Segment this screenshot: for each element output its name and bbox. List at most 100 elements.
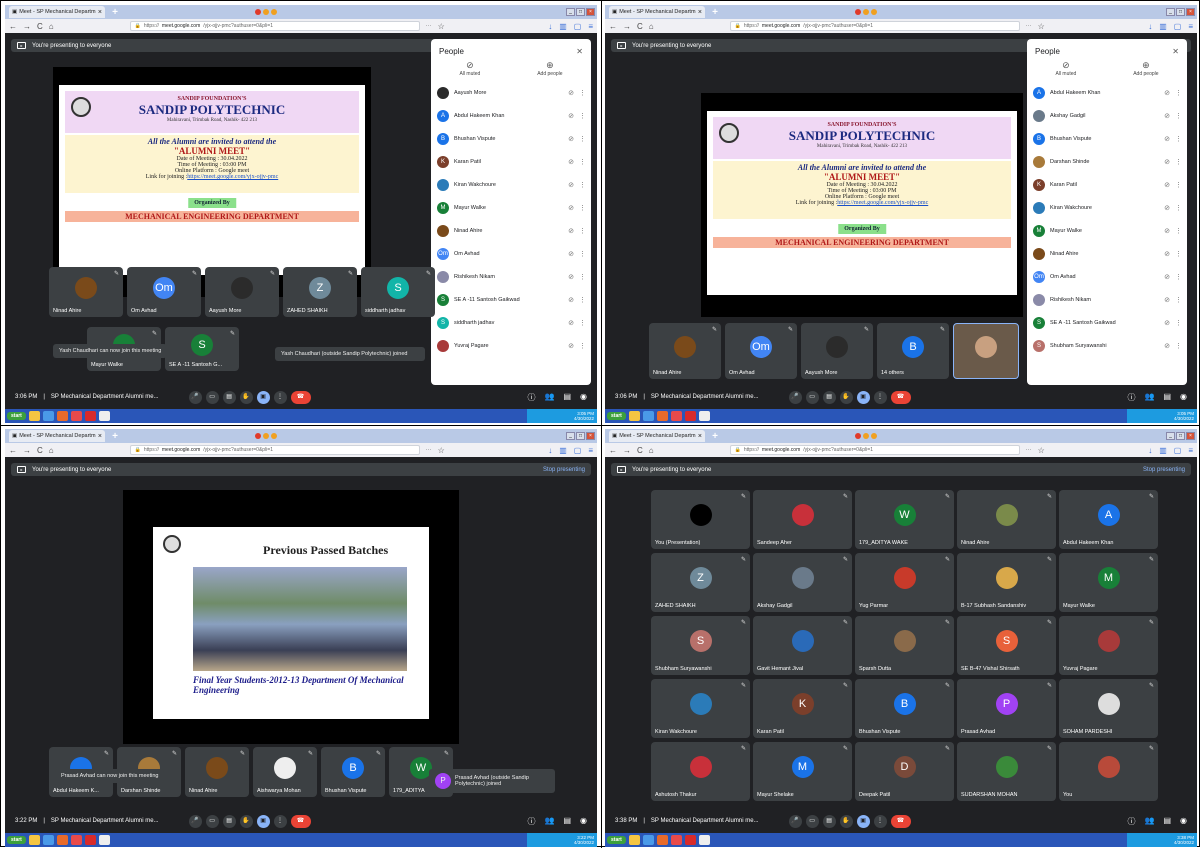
reload-icon[interactable]: C <box>637 22 643 31</box>
forward-icon[interactable]: → <box>23 22 31 31</box>
participant-tile[interactable]: ✎ Yuvraj Pagare <box>1059 616 1158 675</box>
home-icon[interactable]: ⌂ <box>649 446 654 455</box>
people-icon[interactable]: 👥 <box>544 392 554 403</box>
chrome-icon[interactable] <box>670 835 682 845</box>
url-bar[interactable]: 🔒 https://meet.google.com/yjx-ojjv-pmc?au… <box>129 445 420 455</box>
more-vert-icon[interactable]: ⋮ <box>1175 319 1182 327</box>
join-link[interactable]: https://meet.google.com/yjx-ojjv-pmc <box>837 200 928 206</box>
start-button[interactable]: start <box>607 412 626 420</box>
muted-mic-icon[interactable]: ⊘ <box>568 112 574 120</box>
participant-tile[interactable]: ✎ Aayush More <box>801 323 873 379</box>
menu-icon[interactable]: ≡ <box>1188 22 1193 31</box>
participant-row[interactable]: Kiran Wakchoure ⊘ ⋮ <box>431 173 591 196</box>
more-vert-icon[interactable]: ⋮ <box>1175 342 1182 350</box>
captions-icon[interactable]: ▤ <box>822 390 836 404</box>
more-vert-icon[interactable]: ⋮ <box>1175 135 1182 143</box>
participant-tile[interactable]: ✎ K Karan Patil <box>753 679 852 738</box>
more-vert-icon[interactable]: ⋮ <box>1175 112 1182 120</box>
participant-tile[interactable]: ✎ S SE B-47 Vishal Shirsath <box>957 616 1056 675</box>
library-icon[interactable]: ▥ <box>559 446 567 455</box>
mute-all-button[interactable]: ⊘ All muted <box>1055 60 1076 77</box>
participant-row[interactable]: K Karan Patil ⊘ ⋮ <box>1027 173 1187 196</box>
more-vert-icon[interactable]: ⋮ <box>579 135 586 143</box>
participant-tile[interactable]: ✎ P Prasad Avhad <box>957 679 1056 738</box>
self-video-tile[interactable] <box>953 323 1019 379</box>
start-button[interactable]: start <box>7 836 26 844</box>
files-icon[interactable] <box>698 411 710 421</box>
chrome-icon[interactable] <box>670 411 682 421</box>
sidebar-icon[interactable]: ▢ <box>574 446 582 455</box>
participant-row[interactable]: Rishikesh Nikam ⊘ ⋮ <box>431 265 591 288</box>
captions-icon[interactable]: ▤ <box>222 814 236 828</box>
raise-hand-icon[interactable]: ✋ <box>239 390 253 404</box>
raise-hand-icon[interactable]: ✋ <box>839 390 853 404</box>
minimize-icon[interactable]: _ <box>566 8 575 16</box>
explorer-icon[interactable] <box>28 835 40 845</box>
chrome-icon[interactable] <box>70 835 82 845</box>
leave-call-icon[interactable]: ☎ <box>290 814 311 828</box>
pdf-icon[interactable] <box>684 411 696 421</box>
minimize-icon[interactable]: _ <box>566 432 575 440</box>
firefox-icon[interactable] <box>56 835 68 845</box>
chat-icon[interactable]: ▤ <box>1163 816 1171 827</box>
pdf-icon[interactable] <box>84 835 96 845</box>
people-icon[interactable]: 👥 <box>1144 392 1154 403</box>
minimize-icon[interactable]: _ <box>1166 432 1175 440</box>
participant-tile[interactable]: ✎ You <box>1059 742 1158 801</box>
muted-mic-icon[interactable]: ⊘ <box>568 296 574 304</box>
close-window-icon[interactable]: × <box>586 8 595 16</box>
more-options-icon[interactable]: ⋮ <box>873 814 887 828</box>
more-vert-icon[interactable]: ⋮ <box>579 296 586 304</box>
home-icon[interactable]: ⌂ <box>649 22 654 31</box>
participant-tile[interactable]: ✎ Akshay Gadgil <box>753 553 852 612</box>
more-vert-icon[interactable]: ⋮ <box>579 273 586 281</box>
more-vert-icon[interactable]: ⋮ <box>1175 227 1182 235</box>
activities-icon[interactable]: ◉ <box>1180 816 1187 827</box>
browser-tab[interactable]: ▣ Meet - SP Mechanical Departm × <box>9 430 105 442</box>
more-options-icon[interactable]: ⋮ <box>873 390 887 404</box>
participant-tile[interactable]: ✎ A Abdul Hakeem Khan <box>1059 490 1158 549</box>
participant-row[interactable]: B Bhushan Vispute ⊘ ⋮ <box>431 127 591 150</box>
more-options-icon[interactable]: ⋮ <box>273 814 287 828</box>
library-icon[interactable]: ▥ <box>1159 446 1167 455</box>
close-tab-icon[interactable]: × <box>98 9 102 16</box>
participant-row[interactable]: A Abdul Hakeem Khan ⊘ ⋮ <box>431 104 591 127</box>
muted-mic-icon[interactable]: ⊘ <box>1164 250 1170 258</box>
new-tab-icon[interactable]: + <box>109 431 121 442</box>
participant-tile[interactable]: ✎ Ninad Ahire <box>185 747 249 797</box>
forward-icon[interactable]: → <box>23 446 31 455</box>
menu-icon[interactable]: ≡ <box>588 22 593 31</box>
mic-icon[interactable]: 🎤 <box>188 390 202 404</box>
present-now-icon[interactable]: ▣ <box>856 390 870 404</box>
more-vert-icon[interactable]: ⋮ <box>579 181 586 189</box>
bookmark-star-icon[interactable]: ☆ <box>438 22 445 31</box>
join-link[interactable]: https://meet.google.com/yjx-ojjv-pmc <box>187 174 278 180</box>
participant-tile[interactable]: ✎ M Mayur Shelake <box>753 742 852 801</box>
back-icon[interactable]: ← <box>609 446 617 455</box>
start-button[interactable]: start <box>7 412 26 420</box>
participant-tile[interactable]: ✎ B Bhushan Vispute <box>855 679 954 738</box>
muted-mic-icon[interactable]: ⊘ <box>1164 273 1170 281</box>
pdf-icon[interactable] <box>684 835 696 845</box>
participant-tile[interactable]: ✎ SUDARSHAN MOHAN <box>957 742 1056 801</box>
more-options-icon[interactable]: ⋮ <box>273 390 287 404</box>
more-vert-icon[interactable]: ⋮ <box>579 112 586 120</box>
forward-icon[interactable]: → <box>623 446 631 455</box>
muted-mic-icon[interactable]: ⊘ <box>1164 204 1170 212</box>
download-icon[interactable]: ↓ <box>1148 22 1152 31</box>
chat-icon[interactable]: ▤ <box>563 392 571 403</box>
sidebar-icon[interactable]: ▢ <box>1174 446 1182 455</box>
participant-row[interactable]: Om Om Avhad ⊘ ⋮ <box>1027 265 1187 288</box>
participant-tile[interactable]: ✎ S siddharth jadhav <box>361 267 435 317</box>
firefox-icon[interactable] <box>56 411 68 421</box>
close-icon[interactable]: ✕ <box>576 47 583 56</box>
mic-icon[interactable]: 🎤 <box>788 814 802 828</box>
more-vert-icon[interactable]: ⋮ <box>1175 204 1182 212</box>
more-vert-icon[interactable]: ⋮ <box>579 342 586 350</box>
info-icon[interactable]: ⓘ <box>1127 816 1135 827</box>
participant-tile[interactable]: ✎ M Mayur Walke <box>1059 553 1158 612</box>
participant-tile[interactable]: ✎ Ashutosh Thakur <box>651 742 750 801</box>
participant-tile[interactable]: ✎ Om Om Avhad <box>725 323 797 379</box>
participant-row[interactable]: Ninad Ahire ⊘ ⋮ <box>431 219 591 242</box>
leave-call-icon[interactable]: ☎ <box>890 390 911 404</box>
